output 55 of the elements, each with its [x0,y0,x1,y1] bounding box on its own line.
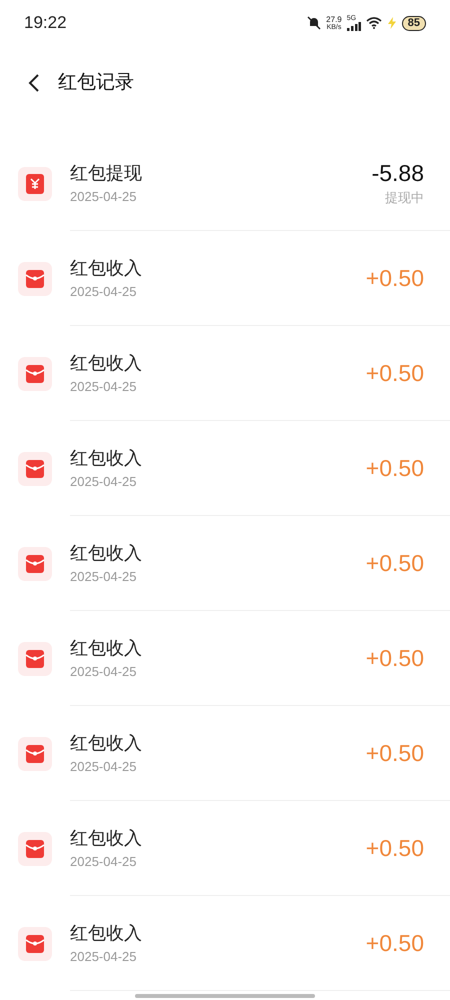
record-row[interactable]: 红包提现 2025-04-25 -5.88 提现中 [0,136,450,231]
envelope-icon [18,642,52,676]
record-amount: +0.50 [366,835,424,861]
envelope-icon [18,356,52,390]
record-date: 2025-04-25 [70,474,138,490]
record-amount: +0.50 [366,455,424,481]
record-row[interactable]: 红包收入 2025-04-25 +0.50 [0,326,450,421]
record-row[interactable]: 红包收入 2025-04-25 +0.50 [0,516,450,611]
record-title: 红包收入 [70,922,143,944]
record-amount: +0.50 [366,265,424,291]
status-time: 19:22 [24,12,67,34]
record-title: 红包收入 [70,826,143,848]
record-amount: -5.88 [372,160,424,186]
record-amount: +0.50 [366,360,424,386]
record-date: 2025-04-25 [70,948,138,964]
envelope-icon [18,452,52,486]
record-date: 2025-04-25 [70,664,138,680]
network-speed: 27.9 [326,16,342,24]
page-title: 红包记录 [58,70,134,95]
record-row[interactable]: 红包收入 2025-04-25 +0.50 [0,421,450,516]
record-date: 2025-04-25 [70,854,138,870]
envelope-icon [18,262,52,296]
record-title: 红包收入 [70,636,143,658]
record-date: 2025-04-25 [70,378,138,394]
record-status: 提现中 [385,190,424,206]
record-date: 2025-04-25 [70,188,138,204]
yen-envelope-icon [18,166,52,200]
charging-bolt-icon [386,17,397,29]
envelope-icon [18,546,52,580]
envelope-icon [18,832,52,866]
record-row[interactable]: 红包收入 2025-04-25 +0.50 [0,706,450,801]
record-title: 红包收入 [70,446,143,468]
record-amount: +0.50 [366,550,424,576]
envelope-icon [18,736,52,770]
signal-icon [346,22,361,31]
record-amount: +0.50 [366,930,424,956]
record-date: 2025-04-25 [70,568,138,584]
record-title: 红包收入 [70,732,143,754]
battery-indicator: 85 [402,16,426,30]
record-row[interactable]: 红包收入 2025-04-25 +0.50 [0,896,450,991]
back-icon [28,73,40,93]
record-row[interactable]: 红包收入 2025-04-25 +0.50 [0,611,450,706]
record-date: 2025-04-25 [70,284,138,300]
record-title: 红包收入 [70,542,143,564]
wifi-icon [366,17,382,29]
record-row[interactable]: 红包收入 2025-04-25 +0.50 [0,801,450,896]
record-title: 红包收入 [70,352,143,374]
record-row[interactable]: 红包收入 2025-04-25 +0.50 [0,231,450,326]
record-amount: +0.50 [366,645,424,671]
record-amount: +0.50 [366,740,424,766]
record-title: 红包收入 [70,256,143,278]
record-date: 2025-04-25 [70,758,138,774]
record-title: 红包提现 [70,162,143,184]
envelope-icon [18,926,52,960]
muted-bell-icon [307,16,322,30]
